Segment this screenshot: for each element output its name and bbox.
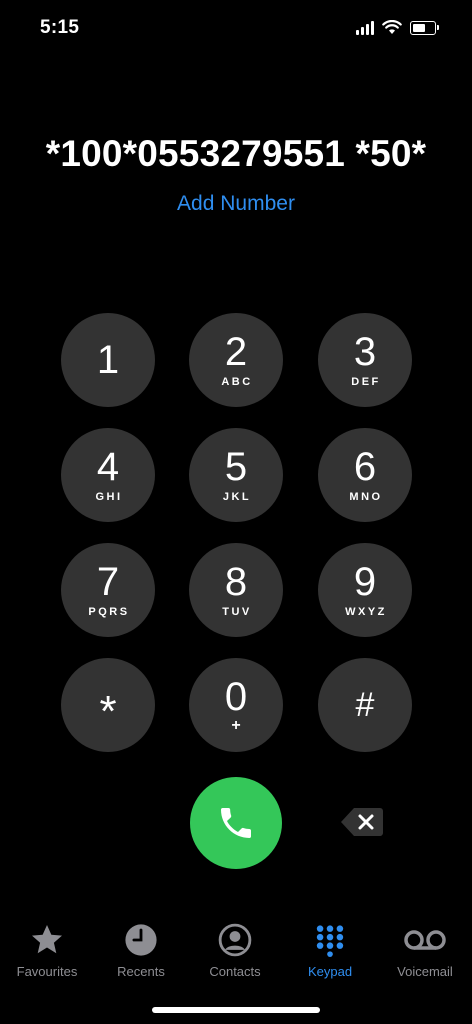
key-letters: ABC bbox=[221, 376, 253, 388]
backspace-icon bbox=[341, 808, 383, 836]
key-letters: + bbox=[231, 717, 241, 734]
cellular-signal-icon bbox=[356, 20, 374, 35]
key-5[interactable]: 5 JKL bbox=[189, 428, 283, 522]
key-letters: DEF bbox=[351, 376, 381, 388]
key-9[interactable]: 9 WXYZ bbox=[318, 543, 412, 637]
key-digit: * bbox=[99, 687, 117, 736]
key-digit: 5 bbox=[224, 445, 248, 489]
clock-icon bbox=[124, 920, 158, 960]
tab-label: Keypad bbox=[307, 964, 353, 979]
tab-voicemail[interactable]: Voicemail bbox=[378, 920, 472, 979]
key-letters: JKL bbox=[222, 491, 252, 503]
person-circle-icon bbox=[218, 920, 252, 960]
tab-favourites[interactable]: Favourites bbox=[0, 920, 94, 979]
key-letters: MNO bbox=[349, 491, 383, 503]
key-1[interactable]: 1 bbox=[61, 313, 155, 407]
key-digit: 8 bbox=[224, 560, 248, 604]
tab-label: Recents bbox=[117, 964, 165, 979]
key-digit: 1 bbox=[96, 338, 120, 382]
keypad-grid-icon bbox=[313, 920, 347, 960]
key-digit: 3 bbox=[353, 330, 377, 374]
tab-recents[interactable]: Recents bbox=[94, 920, 188, 979]
tab-keypad[interactable]: Keypad bbox=[283, 920, 377, 979]
call-button[interactable] bbox=[190, 777, 282, 869]
star-icon bbox=[29, 920, 65, 960]
status-time: 5:15 bbox=[40, 17, 80, 38]
add-number-link[interactable]: Add Number bbox=[0, 192, 472, 216]
key-3[interactable]: 3 DEF bbox=[318, 313, 412, 407]
key-letters: GHI bbox=[95, 491, 123, 503]
key-0[interactable]: 0 + bbox=[189, 658, 283, 752]
status-bar: 5:15 bbox=[0, 0, 472, 58]
voicemail-icon bbox=[403, 920, 447, 960]
delete-button[interactable] bbox=[340, 806, 384, 838]
status-icons bbox=[356, 20, 439, 35]
tab-contacts[interactable]: Contacts bbox=[188, 920, 282, 979]
key-8[interactable]: 8 TUV bbox=[189, 543, 283, 637]
key-hash[interactable]: # bbox=[318, 658, 412, 752]
key-star[interactable]: * bbox=[61, 658, 155, 752]
key-7[interactable]: 7 PQRS bbox=[61, 543, 155, 637]
tab-label: Favourites bbox=[16, 964, 78, 979]
key-digit: 0 bbox=[224, 675, 248, 719]
key-digit: 7 bbox=[96, 560, 120, 604]
key-digit: 2 bbox=[224, 330, 248, 374]
key-digit: 4 bbox=[96, 445, 120, 489]
key-digit: # bbox=[355, 686, 375, 724]
tab-label: Contacts bbox=[209, 964, 261, 979]
key-digit: 6 bbox=[353, 445, 377, 489]
key-2[interactable]: 2 ABC bbox=[189, 313, 283, 407]
key-letters: WXYZ bbox=[345, 606, 387, 618]
key-letters: PQRS bbox=[88, 606, 130, 618]
tab-label: Voicemail bbox=[397, 964, 453, 979]
key-digit: 9 bbox=[353, 560, 377, 604]
battery-icon bbox=[410, 20, 439, 35]
key-4[interactable]: 4 GHI bbox=[61, 428, 155, 522]
home-indicator[interactable] bbox=[152, 1007, 320, 1013]
dialed-number: *100*0553279551 *50* bbox=[45, 133, 427, 174]
key-6[interactable]: 6 MNO bbox=[318, 428, 412, 522]
tab-bar: Favourites Recents Contacts Keypad Voice… bbox=[0, 920, 472, 990]
wifi-icon bbox=[382, 20, 402, 34]
phone-icon bbox=[221, 808, 251, 838]
key-letters: TUV bbox=[222, 606, 252, 618]
